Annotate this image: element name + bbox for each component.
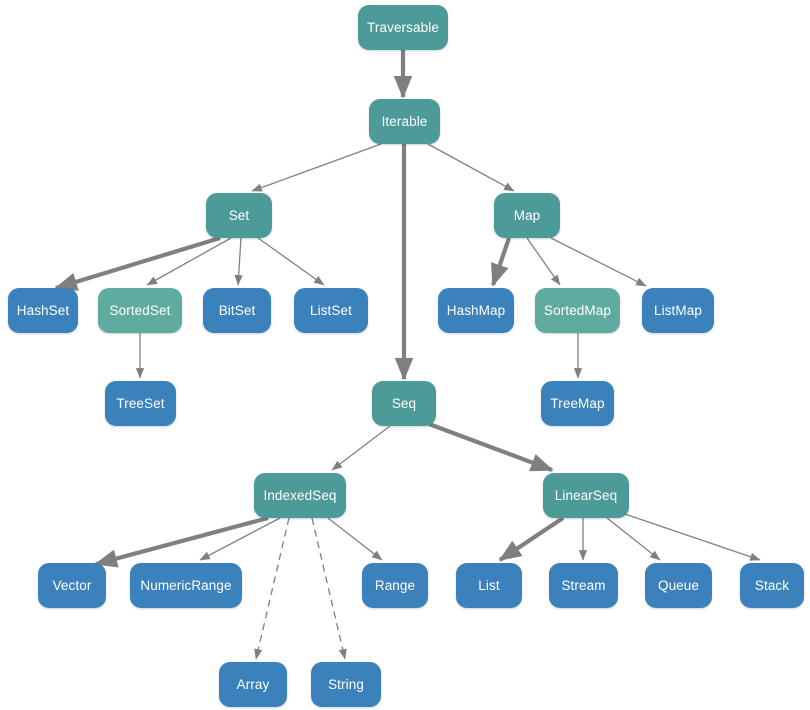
edge-iterable-to-set bbox=[251, 143, 382, 192]
node-traversable[interactable]: Traversable bbox=[358, 5, 448, 50]
node-sortedset[interactable]: SortedSet bbox=[98, 288, 182, 333]
node-listset[interactable]: ListSet bbox=[294, 288, 368, 333]
node-stack[interactable]: Stack bbox=[740, 563, 804, 608]
edge-seq-to-linearseq bbox=[428, 422, 554, 472]
node-array[interactable]: Array bbox=[219, 662, 287, 707]
edge-map-to-sortedmap bbox=[526, 237, 561, 286]
edge-linearseq-to-queue bbox=[606, 517, 661, 561]
edge-iterable-to-map bbox=[427, 143, 515, 192]
node-seq[interactable]: Seq bbox=[372, 381, 436, 426]
node-numericrange[interactable]: NumericRange bbox=[130, 563, 242, 608]
node-string[interactable]: String bbox=[311, 662, 381, 707]
edge-set-to-listset bbox=[257, 237, 325, 286]
node-bitset[interactable]: BitSet bbox=[203, 288, 271, 333]
edge-linearseq-to-stack bbox=[621, 512, 761, 561]
node-indexedseq[interactable]: IndexedSeq bbox=[254, 473, 346, 518]
collections-hierarchy-diagram: Traversable Iterable Set Map HashSet SortedSe… bbox=[0, 0, 810, 710]
node-treeset[interactable]: TreeSet bbox=[105, 381, 176, 426]
node-map[interactable]: Map bbox=[494, 193, 560, 238]
node-treemap[interactable]: TreeMap bbox=[541, 381, 614, 426]
node-hashset[interactable]: HashSet bbox=[8, 288, 78, 333]
node-queue[interactable]: Queue bbox=[645, 563, 712, 608]
edge-indexedseq-to-numericrange bbox=[199, 517, 281, 561]
node-hashmap[interactable]: HashMap bbox=[438, 288, 514, 333]
edge-set-to-bitset bbox=[234, 237, 243, 286]
edge-set-to-sortedset bbox=[146, 237, 232, 286]
node-listmap[interactable]: ListMap bbox=[642, 288, 714, 333]
node-sortedmap[interactable]: SortedMap bbox=[535, 288, 620, 333]
node-iterable[interactable]: Iterable bbox=[369, 99, 440, 144]
node-list[interactable]: List bbox=[456, 563, 522, 608]
edge-indexedseq-to-string bbox=[311, 517, 347, 660]
node-set[interactable]: Set bbox=[206, 193, 272, 238]
node-linearseq[interactable]: LinearSeq bbox=[543, 473, 629, 518]
edge-map-to-listmap bbox=[550, 237, 647, 287]
node-range[interactable]: Range bbox=[362, 563, 428, 608]
node-stream[interactable]: Stream bbox=[549, 563, 618, 608]
edge-indexedseq-to-array bbox=[254, 517, 290, 660]
edge-set-to-hashset bbox=[54, 235, 221, 291]
edge-linearseq-to-list bbox=[498, 516, 565, 562]
edge-indexedseq-to-vector bbox=[94, 515, 269, 568]
node-vector[interactable]: Vector bbox=[38, 563, 106, 608]
edge-indexedseq-to-range bbox=[327, 517, 383, 561]
edge-seq-to-indexedseq bbox=[331, 425, 391, 471]
edge-map-to-hashmap bbox=[491, 237, 511, 287]
